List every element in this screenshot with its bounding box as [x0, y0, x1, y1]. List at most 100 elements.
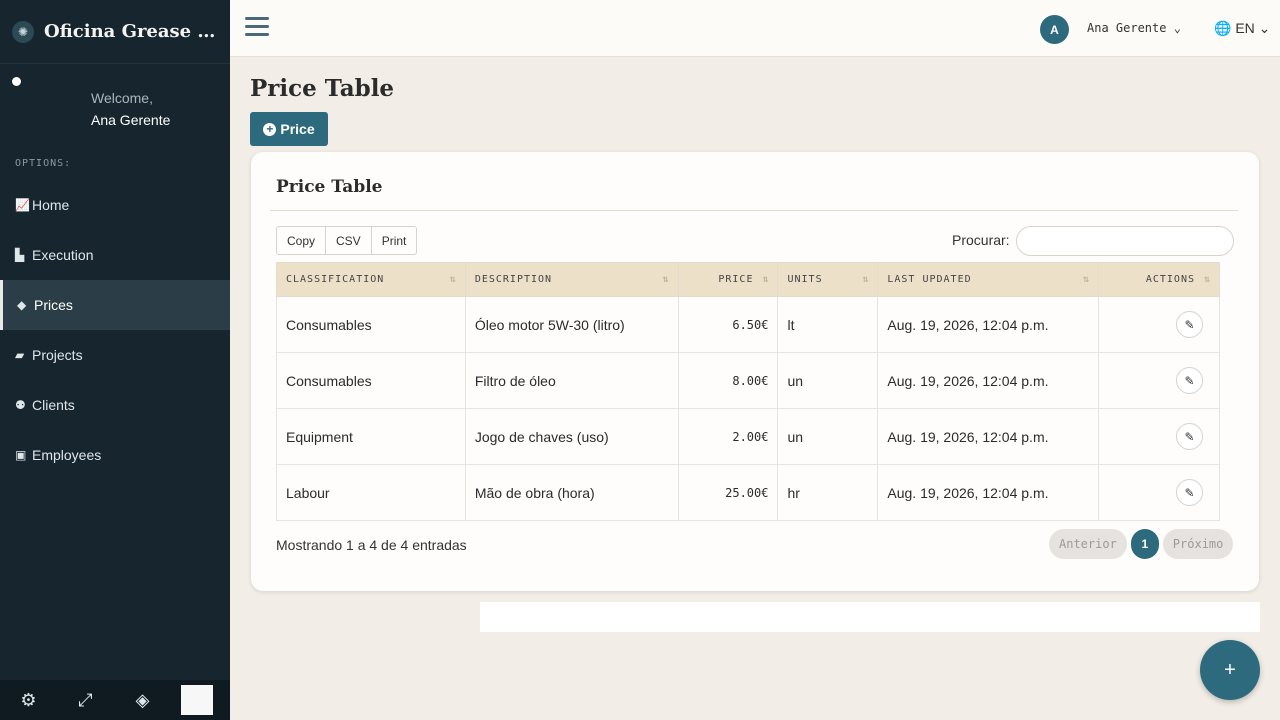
- cell-description: Jogo de chaves (uso): [464, 408, 679, 465]
- sidebar-item-employees[interactable]: ▣ Employees: [0, 430, 230, 480]
- cell-price: 8.00€: [677, 352, 779, 409]
- cell-last-updated: Aug. 19, 2026, 12:04 p.m.: [877, 408, 1100, 465]
- footer-blank-box: [181, 685, 213, 715]
- globe-icon: 🌐: [1214, 20, 1232, 36]
- cell-price: 6.50€: [677, 296, 779, 353]
- column-label: LAST UPDATED: [887, 274, 972, 285]
- cell-description: Óleo motor 5W-30 (litro): [464, 296, 679, 353]
- search-input[interactable]: [1016, 226, 1234, 256]
- previous-page-button[interactable]: Anterior: [1049, 529, 1127, 559]
- cell-actions: ✎: [1098, 352, 1220, 409]
- sidebar-item-label: Home: [32, 197, 70, 213]
- sort-icon: ⇅: [1083, 274, 1090, 285]
- card-title: Price Table: [276, 177, 383, 197]
- cell-last-updated: Aug. 19, 2026, 12:04 p.m.: [877, 464, 1100, 521]
- column-header-last-updated[interactable]: LAST UPDATED ⇅: [877, 262, 1100, 297]
- user-panel: Welcome, Ana Gerente: [0, 64, 230, 144]
- sidebar-item-home[interactable]: 📈 Home: [0, 180, 230, 230]
- cell-units: un: [777, 408, 879, 465]
- avatar[interactable]: A: [1040, 15, 1069, 44]
- table-header-row: CLASSIFICATION ⇅ DESCRIPTION ⇅ PRICE ⇅ UNIT…: [276, 262, 1220, 297]
- column-header-description[interactable]: DESCRIPTION ⇅: [464, 262, 679, 297]
- cell-actions: ✎: [1098, 408, 1220, 465]
- column-label: DESCRIPTION: [474, 274, 553, 285]
- pencil-icon[interactable]: ✎: [1176, 479, 1203, 506]
- pagination: Anterior 1 Próximo: [1049, 529, 1234, 559]
- users-icon: ⚉: [15, 398, 26, 412]
- sort-icon: ⇅: [1203, 274, 1210, 285]
- csv-button[interactable]: CSV: [325, 226, 372, 255]
- sidebar-item-label: Clients: [32, 397, 75, 413]
- expand-icon[interactable]: ⤢: [57, 680, 114, 720]
- chart-line-icon: 📈: [15, 198, 30, 212]
- pencil-icon[interactable]: ✎: [1176, 367, 1203, 394]
- table-row: Equipment Jogo de chaves (uso) 2.00€ un …: [276, 408, 1220, 465]
- brand[interactable]: ✺ Oficina Grease M...: [0, 0, 230, 64]
- cell-description: Filtro de óleo: [464, 352, 679, 409]
- blank-strip: [480, 602, 1260, 632]
- folder-open-icon: ▰: [15, 348, 25, 362]
- column-label: CLASSIFICATION: [286, 274, 385, 285]
- hamburger-menu-icon[interactable]: [245, 17, 269, 37]
- sidebar-item-execution[interactable]: ▙ Execution: [0, 230, 230, 280]
- page-title: Price Table: [250, 75, 395, 102]
- cell-last-updated: Aug. 19, 2026, 12:04 p.m.: [877, 352, 1100, 409]
- user-menu-dropdown[interactable]: Ana Gerente ⌄: [1087, 21, 1181, 35]
- price-table-card: Price Table Copy CSV Print Procurar: CLA…: [251, 152, 1259, 591]
- page-number-button[interactable]: 1: [1130, 529, 1159, 559]
- cell-units: hr: [777, 464, 879, 521]
- topbar-user-name: Ana Gerente: [1087, 21, 1167, 35]
- sidebar-footer: ⚙ ⤢ ◈: [0, 680, 230, 720]
- sidebar-item-label: Employees: [32, 447, 102, 463]
- pencil-icon[interactable]: ✎: [1176, 311, 1203, 338]
- chevron-down-icon: ⌄: [1173, 21, 1181, 35]
- column-header-classification[interactable]: CLASSIFICATION ⇅: [276, 262, 466, 297]
- sidebar-item-prices[interactable]: ◆ Prices: [0, 280, 230, 330]
- sort-icon: ⇅: [862, 274, 869, 285]
- price-table: CLASSIFICATION ⇅ DESCRIPTION ⇅ PRICE ⇅ UNIT…: [276, 262, 1220, 521]
- cell-classification: Consumables: [276, 352, 466, 409]
- floating-add-button[interactable]: +: [1200, 640, 1260, 700]
- eye-slash-icon[interactable]: ◈: [114, 680, 171, 720]
- table-row: Labour Mão de obra (hora) 25.00€ hr Aug.…: [276, 464, 1220, 521]
- sidebar-item-label: Prices: [34, 297, 73, 313]
- add-price-button[interactable]: + Price: [250, 112, 328, 146]
- sidebar-item-label: Execution: [32, 247, 94, 263]
- sort-icon: ⇅: [762, 274, 769, 285]
- language-dropdown[interactable]: 🌐 EN ⌄: [1214, 20, 1270, 37]
- gear-icon[interactable]: ⚙: [0, 680, 57, 720]
- export-buttons: Copy CSV Print: [276, 226, 418, 255]
- language-label: EN: [1235, 20, 1255, 36]
- print-button[interactable]: Print: [370, 226, 418, 255]
- column-label: ACTIONS: [1145, 274, 1195, 285]
- tags-icon: ◆: [17, 298, 27, 312]
- pencil-icon[interactable]: ✎: [1176, 423, 1203, 450]
- cell-price: 25.00€: [677, 464, 779, 521]
- column-header-actions[interactable]: ACTIONS ⇅: [1098, 262, 1220, 297]
- cell-description: Mão de obra (hora): [464, 464, 679, 521]
- cell-units: lt: [777, 296, 879, 353]
- column-header-units[interactable]: UNITS ⇅: [777, 262, 879, 297]
- sidebar-item-label: Projects: [32, 347, 83, 363]
- next-page-button[interactable]: Próximo: [1162, 529, 1234, 559]
- search-label: Procurar:: [952, 232, 1010, 248]
- gear-logo-icon: ✺: [12, 20, 34, 43]
- sidebar-item-clients[interactable]: ⚉ Clients: [0, 380, 230, 430]
- plus-circle-icon: +: [263, 122, 277, 136]
- sidebar: ✺ Oficina Grease M... Welcome, Ana Geren…: [0, 0, 230, 720]
- column-label: UNITS: [787, 274, 823, 285]
- cell-classification: Equipment: [276, 408, 466, 465]
- chevron-down-icon: ⌄: [1258, 20, 1271, 36]
- cell-units: un: [777, 352, 879, 409]
- cell-classification: Labour: [276, 464, 466, 521]
- user-status-dot: [12, 77, 21, 86]
- cell-classification: Consumables: [276, 296, 466, 353]
- column-header-price[interactable]: PRICE ⇅: [677, 262, 779, 297]
- cell-actions: ✎: [1098, 296, 1220, 353]
- sidebar-user-name: Ana Gerente: [91, 112, 171, 128]
- sidebar-item-projects[interactable]: ▰ Projects: [0, 330, 230, 380]
- cell-price: 2.00€: [677, 408, 779, 465]
- divider: [270, 210, 1238, 211]
- sort-icon: ⇅: [662, 274, 669, 285]
- copy-button[interactable]: Copy: [276, 226, 327, 255]
